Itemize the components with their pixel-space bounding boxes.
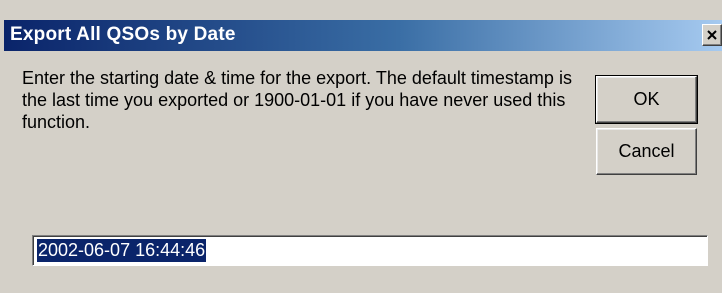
cancel-button[interactable]: Cancel <box>596 128 697 175</box>
instruction-text: Enter the starting date & time for the e… <box>22 68 572 132</box>
close-button[interactable] <box>702 24 722 46</box>
start-date-value: 2002-06-07 16:44:46 <box>37 239 207 262</box>
title-bar[interactable]: Export All QSOs by Date <box>4 20 722 51</box>
start-date-input[interactable]: 2002-06-07 16:44:46 <box>32 235 708 266</box>
close-icon <box>707 30 717 40</box>
ok-button[interactable]: OK <box>595 75 698 124</box>
export-dialog: Export All QSOs by Date Enter the starti… <box>0 0 722 293</box>
dialog-title: Export All QSOs by Date <box>10 24 236 45</box>
